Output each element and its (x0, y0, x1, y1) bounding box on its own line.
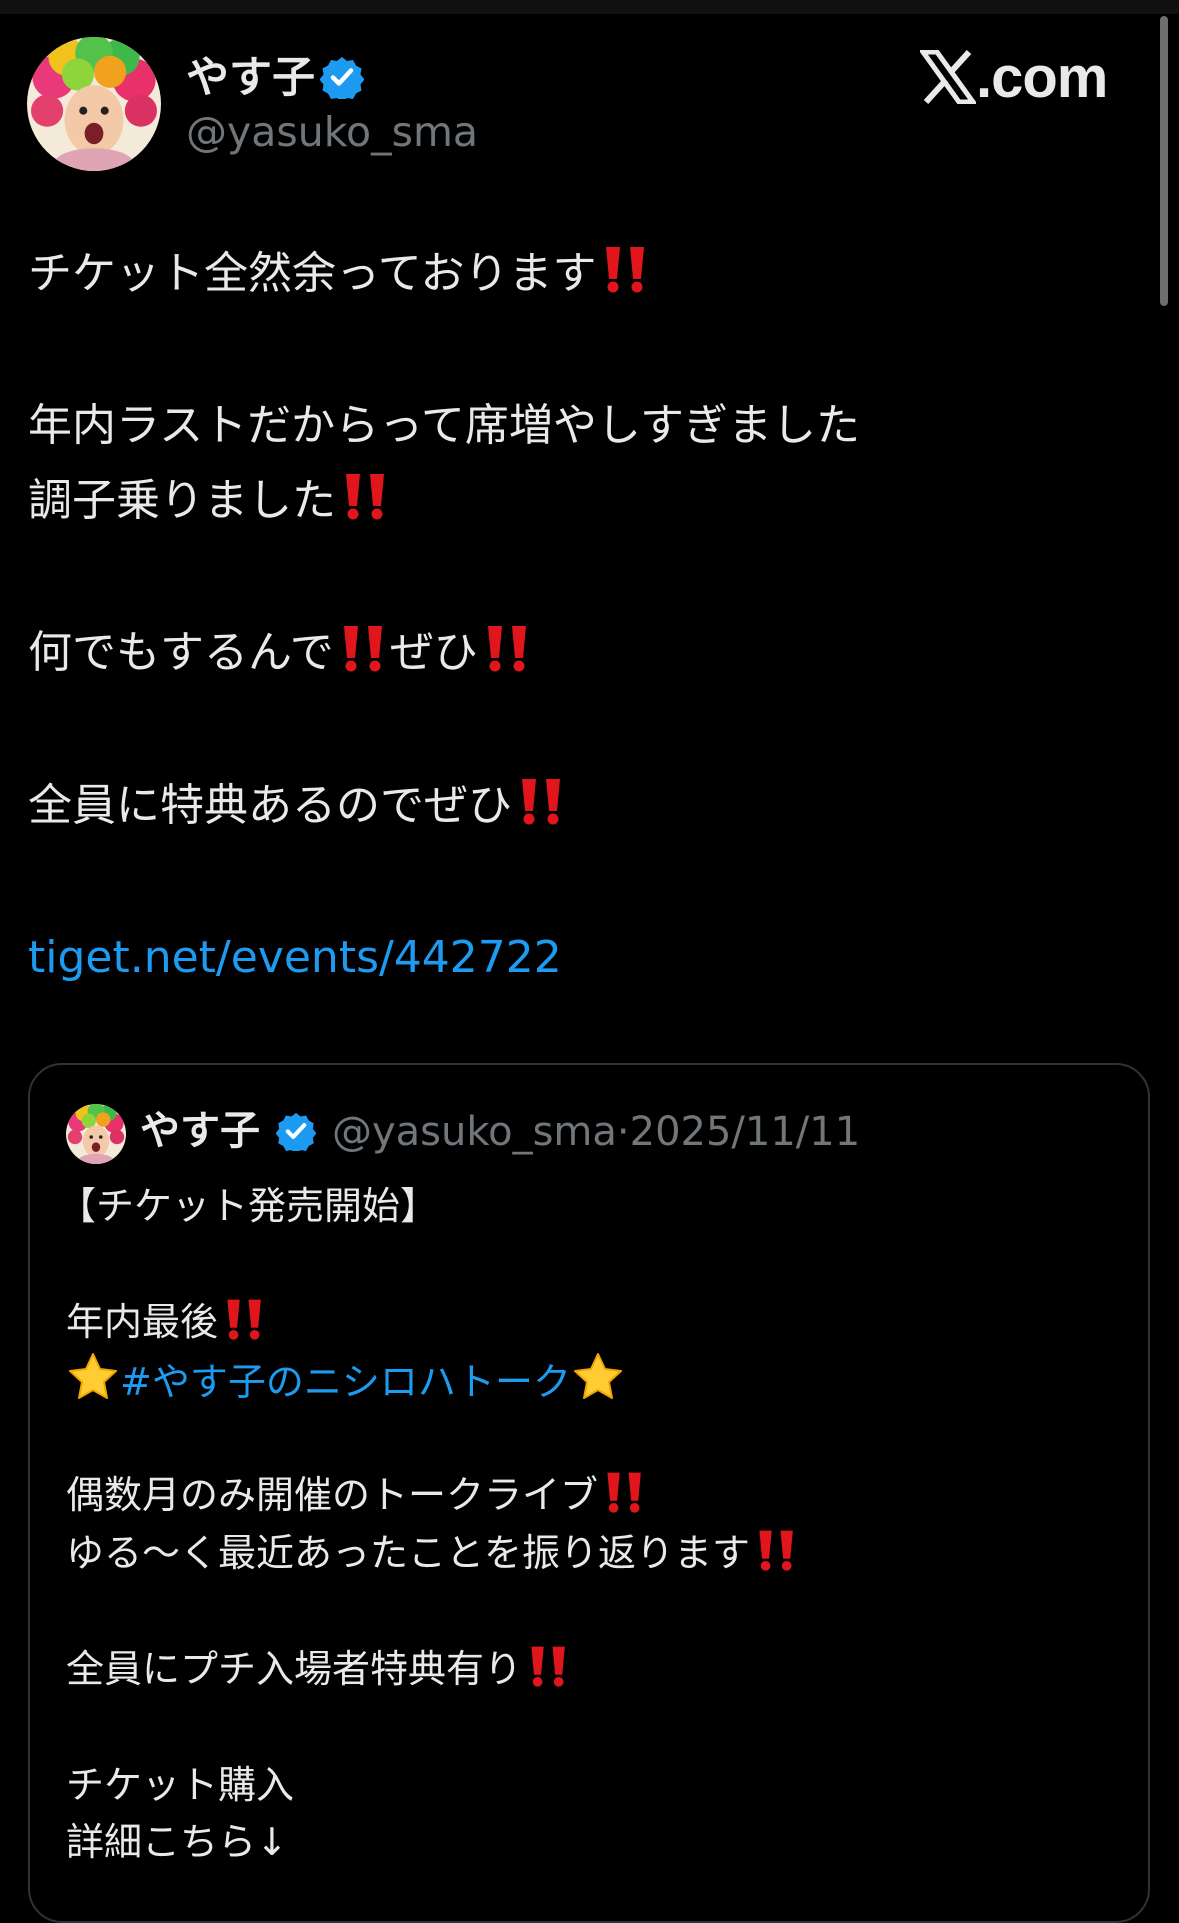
quote-line-2: 年内最後 (66, 1294, 268, 1350)
double-exclamation-icon (516, 776, 568, 826)
quote-line-4: 偶数月のみ開催のトークライブ (66, 1467, 648, 1523)
double-exclamation-icon (602, 1470, 648, 1514)
quote-line-5: ゆる〜く最近あったことを振り返ります (66, 1525, 800, 1581)
meta-separator: · (616, 1109, 630, 1155)
brand-logo: .com (920, 42, 1108, 112)
author-avatar[interactable] (27, 37, 161, 171)
star-icon (571, 1351, 625, 1405)
quote-date[interactable]: 2025/11/11 (630, 1109, 861, 1155)
quote-author-avatar[interactable] (66, 1104, 126, 1164)
quote-author-handle[interactable]: @yasuko_sma (332, 1109, 617, 1155)
post-text: 調子乗りました (28, 475, 336, 526)
quote-line-6: 全員にプチ入場者特典有り (66, 1641, 572, 1697)
double-exclamation-icon (754, 1528, 800, 1572)
post-line-5: 全員に特典あるのでぜひ (28, 775, 568, 837)
quote-text: ゆる〜く最近あったことを振り返ります (66, 1531, 751, 1575)
brand-text: .com (976, 44, 1108, 110)
post-text: ぜひ (389, 627, 478, 678)
double-exclamation-icon (340, 471, 392, 521)
post-text: チケット全然余っております (28, 248, 597, 299)
post-line-1: チケット全然余っております (28, 243, 652, 305)
star-icon (66, 1351, 120, 1405)
quote-line-1: 【チケット発売開始】 (58, 1184, 439, 1228)
post-text: 全員に特典あるのでぜひ (28, 780, 512, 831)
quote-text: 年内最後 (66, 1300, 219, 1344)
quote-meta: @yasuko_sma·2025/11/11 (332, 1103, 860, 1161)
scrollbar[interactable] (1160, 16, 1168, 306)
author-handle[interactable]: @yasuko_sma (186, 104, 478, 160)
double-exclamation-icon (600, 244, 652, 294)
double-exclamation-icon (482, 623, 534, 673)
status-bar-strip (0, 0, 1179, 14)
event-link[interactable]: tiget.net/events/442722 (28, 927, 562, 989)
quote-line-7: チケット購入 (66, 1763, 295, 1807)
quote-line-8: 詳細こちら↓ (66, 1820, 288, 1864)
double-exclamation-icon (338, 623, 390, 673)
quote-author-name[interactable]: やす子 (140, 1102, 260, 1160)
post-text: 何でもするんで (28, 627, 334, 678)
quote-text: 偶数月のみ開催のトークライブ (66, 1473, 599, 1517)
verified-badge-icon (276, 1111, 316, 1151)
post-line-4: 何でもするんで ぜひ (28, 622, 534, 684)
verified-badge-icon (320, 55, 364, 99)
double-exclamation-icon (222, 1297, 268, 1341)
author-name[interactable]: やす子 (186, 48, 315, 108)
quote-line-3: #やす子のニシロハトーク (66, 1351, 625, 1410)
hashtag-link[interactable]: #やす子のニシロハトーク (120, 1360, 571, 1404)
post-line-3: 調子乗りました (28, 470, 392, 532)
post-line-2: 年内ラストだからって席増やしすぎました (28, 400, 861, 451)
x-logo-icon (920, 50, 976, 104)
double-exclamation-icon (526, 1644, 572, 1688)
quote-text: 全員にプチ入場者特典有り (66, 1647, 523, 1691)
